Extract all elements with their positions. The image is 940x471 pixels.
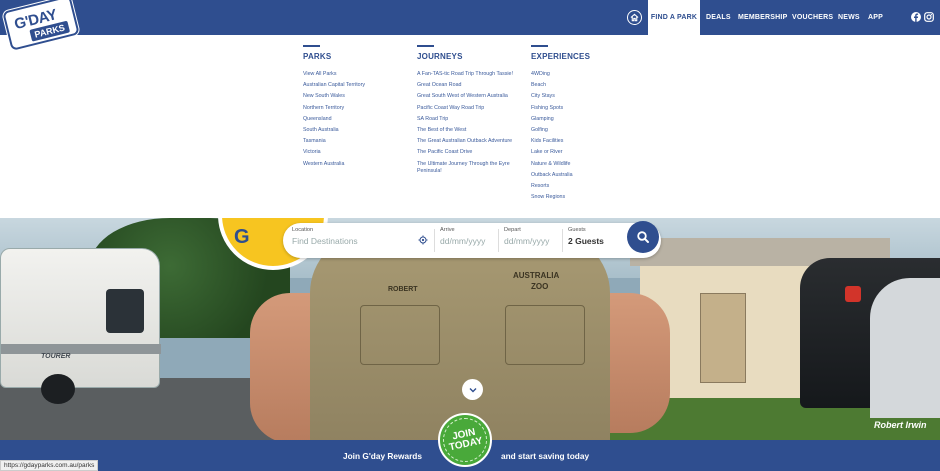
search-button[interactable]: [627, 221, 659, 253]
parks-link[interactable]: New South Wales: [303, 91, 365, 102]
caravan-window: [106, 289, 144, 333]
rewards-text-left: Join G'day Rewards: [343, 451, 422, 461]
location-field[interactable]: Location Find Destinations: [292, 227, 432, 254]
locate-icon[interactable]: [418, 235, 428, 245]
shirt-name-badge: ROBERT: [388, 286, 418, 293]
experience-link[interactable]: Snow Regions: [531, 192, 590, 203]
field-divider: [498, 229, 499, 252]
guests-field[interactable]: Guests 2 Guests: [568, 227, 628, 254]
hero-person: ROBERT AUSTRALIA ZOO: [250, 233, 670, 440]
partial-logo-text: G: [234, 226, 250, 248]
home-icon[interactable]: [627, 10, 642, 25]
shirt-pocket-left: [360, 305, 440, 365]
parks-link[interactable]: South Australia: [303, 125, 365, 136]
shirt-logo-line1: AUSTRALIA: [513, 271, 560, 280]
parks-link[interactable]: Tasmania: [303, 136, 365, 147]
rewards-text-right: and start saving today: [501, 451, 590, 461]
caravan-wheel: [41, 374, 75, 404]
nav-app[interactable]: APP: [868, 0, 883, 35]
journey-link[interactable]: The Best of the West: [417, 125, 525, 136]
journey-link[interactable]: Great Ocean Road: [417, 80, 525, 91]
journey-link[interactable]: SA Road Trip: [417, 114, 525, 125]
experiences-heading: EXPERIENCES: [531, 52, 591, 61]
scroll-down-button[interactable]: [462, 379, 483, 400]
nav-membership[interactable]: MEMBERSHIP: [738, 0, 787, 35]
guests-label: Guests: [568, 227, 586, 233]
hero-caravan-right: [800, 258, 940, 418]
nav-vouchers[interactable]: VOUCHERS: [792, 0, 833, 35]
journey-link[interactable]: The Great Australian Outback Adventure: [417, 136, 525, 147]
site-header: FIND A PARK DEALS MEMBERSHIP VOUCHERS NE…: [0, 0, 940, 35]
journey-link[interactable]: Great South West of Western Australia: [417, 91, 525, 102]
join-today-button[interactable]: JOIN TODAY: [438, 413, 492, 467]
depart-field[interactable]: Depart dd/mm/yyyy: [504, 227, 564, 254]
experience-link[interactable]: City Stays: [531, 91, 590, 102]
journeys-heading: JOURNEYS: [417, 52, 463, 61]
field-divider: [562, 229, 563, 252]
photo-credit: Robert Irwin: [874, 420, 927, 430]
caravan-brand: TOURER: [41, 353, 71, 360]
find-a-park-dropdown: PARKS View All Parks Australian Capital …: [0, 35, 940, 218]
parks-link[interactable]: View All Parks: [303, 69, 365, 80]
shirt-logo-line2: ZOO: [531, 282, 549, 291]
parks-link[interactable]: Western Australia: [303, 159, 365, 170]
instagram-icon[interactable]: [924, 12, 934, 22]
parks-link[interactable]: Queensland: [303, 114, 365, 125]
chevron-down-icon: [469, 387, 476, 392]
parks-column: PARKS View All Parks Australian Capital …: [303, 45, 365, 170]
experience-link[interactable]: Outback Australia: [531, 170, 590, 181]
location-label: Location: [292, 227, 314, 233]
experience-link[interactable]: Nature & Wildlife: [531, 159, 590, 170]
facebook-icon[interactable]: [911, 12, 921, 22]
parks-link[interactable]: Australian Capital Territory: [303, 80, 365, 91]
depart-label: Depart: [504, 227, 521, 233]
experience-link[interactable]: Glamping: [531, 114, 590, 125]
arrive-input[interactable]: dd/mm/yyyy: [440, 236, 500, 246]
experience-link[interactable]: Resorts: [531, 181, 590, 192]
parks-link[interactable]: Victoria: [303, 147, 365, 158]
journey-link[interactable]: The Pacific Coast Drive: [417, 147, 525, 158]
heading-accent: [531, 45, 548, 47]
heading-accent: [417, 45, 434, 47]
heading-accent: [303, 45, 320, 47]
cabin-door: [700, 293, 746, 383]
journeys-column: JOURNEYS A Fan-TAS-tic Road Trip Through…: [417, 45, 525, 177]
experience-link[interactable]: Fishing Spots: [531, 103, 590, 114]
journey-link[interactable]: Pacific Coast Way Road Trip: [417, 103, 525, 114]
arrive-field[interactable]: Arrive dd/mm/yyyy: [440, 227, 500, 254]
journey-link[interactable]: A Fan-TAS-tic Road Trip Through Tassie!: [417, 69, 525, 80]
caravan-stripe: [1, 344, 161, 354]
caravan-logo: [845, 286, 861, 302]
search-icon: [637, 231, 649, 243]
park-search-bar: Location Find Destinations Arrive dd/mm/…: [283, 223, 661, 258]
nav-news[interactable]: NEWS: [838, 0, 860, 35]
parks-link[interactable]: Northern Territory: [303, 103, 365, 114]
journey-link[interactable]: The Ultimate Journey Through the Eyre Pe…: [417, 159, 525, 177]
caravan-cover: [870, 278, 940, 418]
field-divider: [434, 229, 435, 252]
experience-link[interactable]: Kids Facilities: [531, 136, 590, 147]
experience-link[interactable]: Beach: [531, 80, 590, 91]
status-bar-url: https://gdayparks.com.au/parks: [0, 460, 99, 471]
experience-link[interactable]: 4WDing: [531, 69, 590, 80]
experience-link[interactable]: Lake or River: [531, 147, 590, 158]
experiences-column: EXPERIENCES 4WDing Beach City Stays Fish…: [531, 45, 590, 203]
depart-input[interactable]: dd/mm/yyyy: [504, 236, 564, 246]
shirt-pocket-right: [505, 305, 585, 365]
nav-deals[interactable]: DEALS: [706, 0, 731, 35]
hero-caravan-left: TOURER: [0, 248, 161, 404]
experience-link[interactable]: Golfing: [531, 125, 590, 136]
guests-value[interactable]: 2 Guests: [568, 236, 628, 246]
location-input[interactable]: Find Destinations: [292, 236, 432, 246]
nav-find-a-park[interactable]: FIND A PARK: [648, 0, 700, 35]
parks-heading: PARKS: [303, 52, 332, 61]
arrive-label: Arrive: [440, 227, 455, 233]
